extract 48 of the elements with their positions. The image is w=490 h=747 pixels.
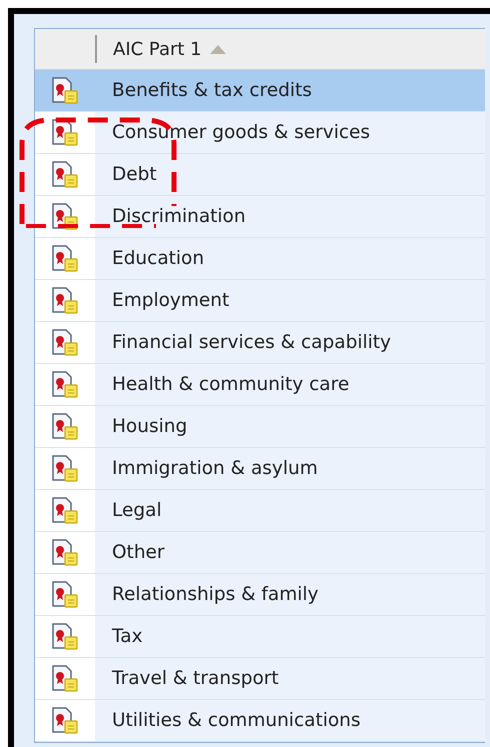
table-row[interactable]: Debt [35,154,485,196]
table-row[interactable]: Other [35,532,485,574]
document-icon [50,244,80,272]
table-cell-text: Housing [111,415,188,439]
table-row[interactable]: Financial services & capability [35,322,485,364]
table-cell-text: Financial services & capability [111,331,391,355]
table-cell-text: Employment [111,289,230,313]
table-row[interactable]: Utilities & communications [35,700,485,742]
table-row[interactable]: Employment [35,280,485,322]
document-icon [50,202,80,230]
table-cell-text: Immigration & asylum [111,457,318,481]
table-row[interactable]: Relationships & family [35,574,485,616]
table-row[interactable]: Health & community care [35,364,485,406]
document-icon [50,160,80,188]
document-icon [50,328,80,356]
document-icon [50,118,80,146]
document-icon [50,454,80,482]
document-icon [50,580,80,608]
table-row[interactable]: Legal [35,490,485,532]
document-icon [50,286,80,314]
table-cell-text: Health & community care [111,373,350,397]
table-row[interactable]: Benefits & tax credits [35,70,485,112]
table-cell-text: Tax [111,625,143,649]
table-row[interactable]: Immigration & asylum [35,448,485,490]
table-row[interactable]: Education [35,238,485,280]
table-cell-text: Legal [111,499,162,523]
table-cell-text: Education [111,247,204,271]
table-row[interactable]: Housing [35,406,485,448]
document-icon [50,664,80,692]
document-icon [50,706,80,734]
table-cell-text: Relationships & family [111,583,318,607]
table-cell-text: Other [111,541,165,565]
table-cell-text: Benefits & tax credits [111,79,312,103]
document-icon [50,76,80,104]
table-row[interactable]: Travel & transport [35,658,485,700]
table-cell-text: Utilities & communications [111,709,361,733]
document-icon [50,538,80,566]
table-cell-text: Debt [111,163,157,187]
document-icon [50,370,80,398]
table-cell-text: Consumer goods & services [111,121,370,145]
table-cell-text: Discrimination [111,205,246,229]
table-row[interactable]: Consumer goods & services [35,112,485,154]
table-row[interactable]: Tax [35,616,485,658]
document-icon [50,496,80,524]
document-icon [50,622,80,650]
table-cell-text: Travel & transport [111,667,279,691]
table-row[interactable]: Discrimination [35,196,485,238]
document-icon [50,412,80,440]
